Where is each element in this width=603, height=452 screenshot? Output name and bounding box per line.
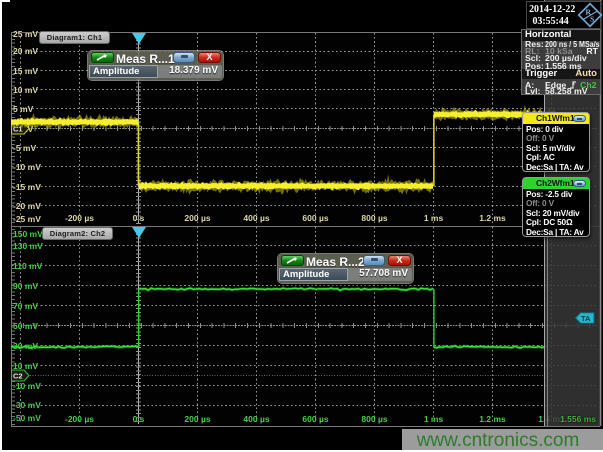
- svg-text:S: S: [590, 15, 594, 24]
- svg-text:TA: TA: [581, 314, 591, 323]
